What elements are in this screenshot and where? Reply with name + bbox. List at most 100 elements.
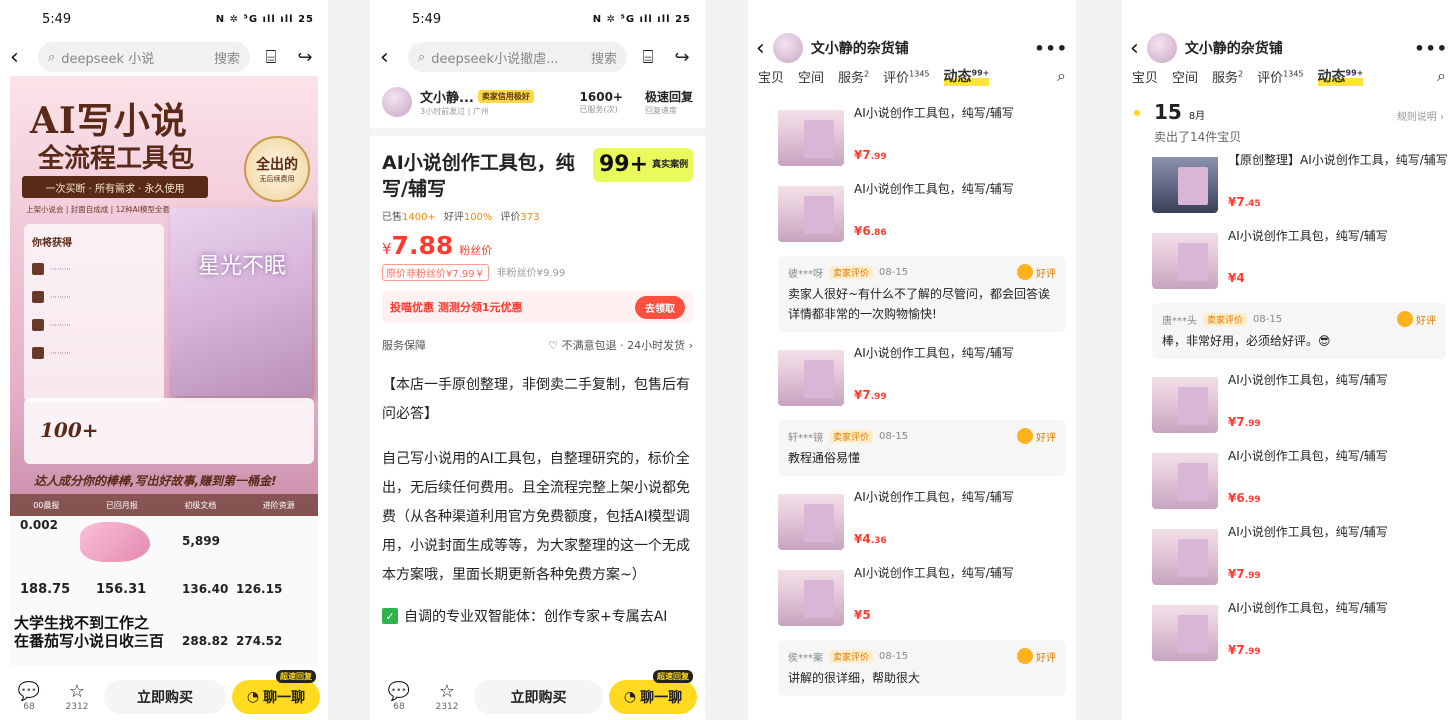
review-date: 08-15 (879, 430, 909, 442)
search-input[interactable]: ⌕ deepseek小说撤虐... 搜索 (408, 42, 627, 72)
search-icon[interactable]: ⌕ (1437, 66, 1446, 86)
share-icon[interactable]: ↪ (292, 44, 318, 70)
day-number: 15 (1154, 100, 1182, 124)
sales-stats: 已售1400+ 好评100% 评价373 (382, 212, 540, 223)
tab-services[interactable]: 服务2 (838, 67, 869, 85)
book-cover: 星光不眠 (170, 208, 312, 396)
stat-value: 5,899 (182, 534, 220, 548)
list-item[interactable]: AI小说创作工具包，纯写/辅写 ¥5 (748, 560, 1076, 636)
share-icon[interactable]: ↪ (669, 44, 695, 70)
review-card[interactable]: 唐***头 卖家评价 08-15 好评 棒，非常好用，必须给好评。😎 (1152, 303, 1446, 359)
buy-now-button[interactable]: 立即购买 (104, 680, 226, 714)
tab-feed[interactable]: 动态99+ (943, 66, 990, 86)
screen-shop-feed: ‹ 文小静的杂货铺 ••• 宝贝 空间 服务2 评价1345 动态99+ ⌕ A… (748, 0, 1076, 720)
coupon-banner[interactable]: 投喵优惠 测测分领1元优惠 去领取 (382, 291, 693, 323)
item-thumbnail (778, 100, 844, 166)
credit-badge: 卖家信用极好 (477, 90, 534, 103)
list-item[interactable]: AI小说创作工具包，纯写/辅写 ¥4 (1122, 223, 1456, 299)
back-arrow-icon[interactable]: ‹ (1130, 36, 1139, 61)
buy-now-button[interactable]: 立即购买 (474, 680, 603, 714)
tab-space[interactable]: 空间 (1172, 67, 1198, 86)
item-price: ¥7.99 (1228, 567, 1261, 581)
poster-footer: 00晨报 已回月报 初级文档 进阶资源 (10, 494, 318, 516)
search-button[interactable]: 搜索 (214, 48, 240, 67)
comment-button[interactable]: 💬 68 (8, 682, 50, 713)
search-query: deepseek小说撤虐... (431, 51, 559, 67)
price-symbol: ¥ (382, 240, 392, 258)
tab-feed[interactable]: 动态99+ (1317, 66, 1364, 86)
review-date: 08-15 (1253, 313, 1283, 325)
seller-card[interactable]: 文小静... 卖家信用极好 3小时前发过 | 广州 1600+ 已服务(次) 极速回… (370, 76, 705, 128)
chat-icon: ◔ (623, 689, 637, 705)
tab-reviews[interactable]: 评价1345 (1257, 67, 1303, 85)
tab-space[interactable]: 空间 (798, 67, 824, 86)
back-arrow-icon[interactable]: ‹ (10, 45, 30, 70)
review-card[interactable]: 轩***镜 卖家评价 08-15 好评 教程通俗易懂 (778, 420, 1066, 476)
book-title: 星光不眠 (198, 254, 287, 279)
item-price: ¥4 (1228, 271, 1245, 285)
review-text: 讲解的很详细，帮助很大 (788, 671, 921, 685)
screen-product-poster: 5:49 N ✲ ⁵G ıll ıll 25 ‹ ⌕ deepseek 小说 搜… (0, 0, 328, 720)
original-price: 原价非粉丝价¥7.99￥ 非粉丝价¥9.99 (370, 262, 705, 283)
shop-avatar (1146, 33, 1177, 63)
search-icon: ⌕ (48, 49, 56, 65)
list-item[interactable]: AI小说创作工具包，纯写/辅写 ¥6.99 (1122, 443, 1456, 519)
search-input[interactable]: ⌕ deepseek 小说 搜索 (38, 42, 250, 72)
tab-reviews[interactable]: 评价1345 (883, 67, 929, 85)
real-cases-badge[interactable]: 99+ 真实案例 (593, 148, 693, 182)
panel-row: ⋯⋯⋯ (32, 311, 156, 339)
comment-button[interactable]: 💬 68 (378, 682, 420, 713)
chat-button[interactable]: ◔ 聊一聊 超速回复 (232, 670, 320, 714)
panel-row: ⋯⋯⋯ (32, 283, 156, 311)
scan-icon[interactable]: ⌸ (635, 44, 661, 70)
star-icon: ☆ (438, 681, 456, 702)
list-item[interactable]: AI小说创作工具包，纯写/辅写 ¥7.99 (1122, 367, 1456, 443)
search-bar: ‹ ⌕ deepseek小说撤虐... 搜索 ⌸ ↪ (370, 38, 705, 76)
seal-sub: 无后续费用 (259, 175, 295, 183)
list-item[interactable]: AI小说创作工具包，纯写/辅写 ¥7.99 (1122, 519, 1456, 595)
more-icon[interactable]: ••• (1414, 39, 1448, 58)
item-price: ¥6.86 (854, 224, 887, 238)
list-item[interactable]: AI小说创作工具包，纯写/辅写 ¥7.99 (1122, 595, 1456, 671)
rules-link[interactable]: 规则说明 › (1397, 108, 1444, 123)
clock: 5:49 (42, 11, 72, 27)
tab-items[interactable]: 宝贝 (1132, 67, 1158, 86)
search-icon: ⌕ (418, 49, 426, 65)
search-button[interactable]: 搜索 (591, 48, 617, 67)
back-arrow-icon[interactable]: ‹ (756, 36, 765, 61)
claim-coupon-button[interactable]: 去领取 (635, 295, 685, 319)
favorite-button[interactable]: ☆ 2312 (56, 682, 98, 713)
product-main-image[interactable]: AI写小说 全流程工具包 一次买断 · 所有需求 · 永久使用 上架小说会 | … (10, 76, 318, 516)
tab-items[interactable]: 宝贝 (758, 67, 784, 86)
shop-tabs: 宝贝 空间 服务2 评价1345 动态99+ ⌕ (748, 58, 1076, 94)
status-bar: 5:49 N ✲ ⁵G ıll ıll 25 (0, 0, 328, 38)
footer-item: 00晨报 (33, 500, 60, 510)
list-item[interactable]: AI小说创作工具包，纯写/辅写 ¥6.86 (748, 176, 1076, 252)
review-card[interactable]: 侯***案 卖家评价 08-15 好评 讲解的很详细，帮助很大 (778, 640, 1066, 696)
chat-button[interactable]: ◔ 聊一聊 超速回复 (609, 670, 697, 714)
shop-name: 文小静的杂货铺 (1184, 41, 1283, 57)
review-user: 彼***呀 (788, 268, 823, 280)
list-item[interactable]: 【原创整理】AI小说创作工具，纯写/辅写 ¥7.45 (1122, 147, 1456, 223)
footer-item: 初级文档 (184, 500, 217, 510)
poster-stats: 100+ (24, 398, 314, 464)
list-item[interactable]: AI小说创作工具包，纯写/辅写 ¥7.99 (748, 100, 1076, 176)
tab-services[interactable]: 服务2 (1212, 67, 1243, 85)
price-tag: 粉丝价 (459, 244, 493, 257)
list-item[interactable]: AI小说创作工具包，纯写/辅写 ¥4.36 (748, 484, 1076, 560)
feature-line: ✓ 自调的专业双智能体：创作专家+专属去AI (370, 606, 705, 626)
folder-icon (32, 318, 44, 331)
list-item[interactable]: AI小说创作工具包，纯写/辅写 ¥7.99 (748, 340, 1076, 416)
back-arrow-icon[interactable]: ‹ (380, 45, 400, 70)
coupon-text: 投喵优惠 测测分领1元优惠 (390, 301, 523, 314)
stat-value: 0.002 (20, 518, 58, 532)
review-card[interactable]: 彼***呀 卖家评价 08-15 好评 卖家人很好~有什么不了解的尽管问，都会回答诶 … (778, 256, 1066, 332)
smile-icon (1397, 311, 1413, 327)
scan-icon[interactable]: ⌸ (258, 44, 284, 70)
favorite-button[interactable]: ☆ 2312 (426, 681, 468, 713)
more-icon[interactable]: ••• (1034, 39, 1068, 58)
panel-row: ⋯⋯⋯ (32, 339, 156, 367)
service-guarantee[interactable]: 服务保障 ♡ 不满意包退 · 24小时发货 › (370, 331, 705, 359)
search-icon[interactable]: ⌕ (1057, 66, 1066, 86)
review-user: 轩***镜 (788, 432, 823, 444)
